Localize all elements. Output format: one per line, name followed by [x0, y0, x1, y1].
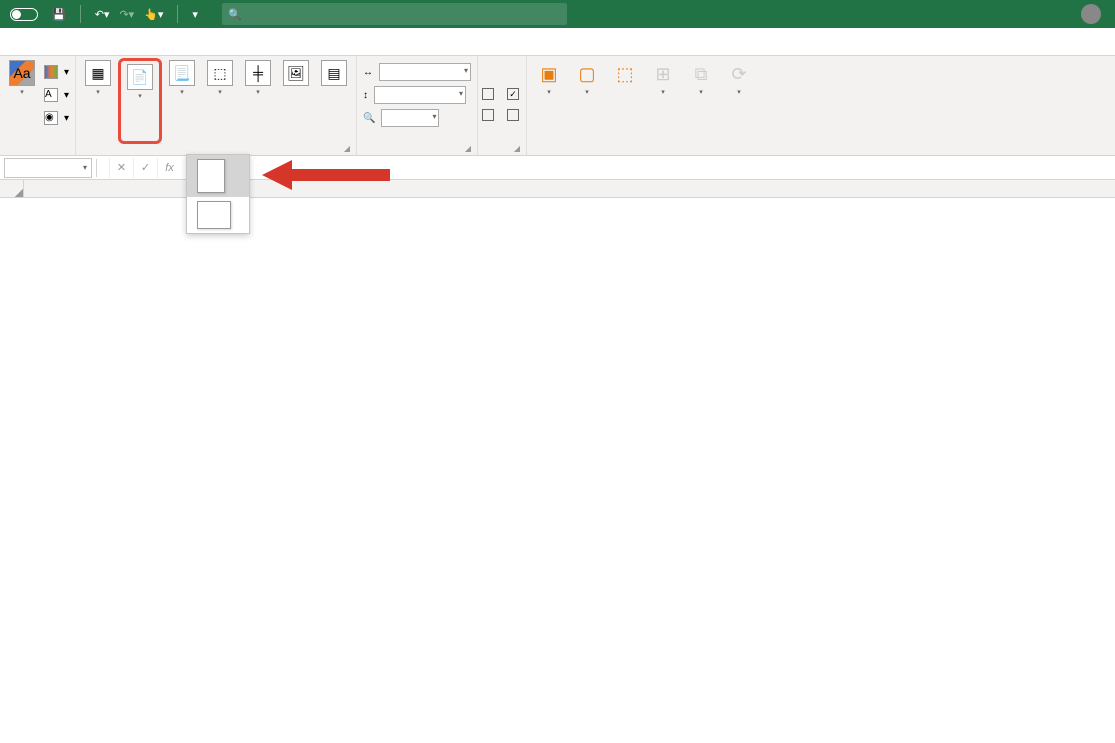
avatar [1081, 4, 1101, 24]
title-bar: 💾 ↶▾ ↷▾ 👆▾ ▾ 🔍 [0, 0, 1115, 28]
select-all-triangle[interactable] [0, 180, 24, 197]
width-icon: ↔ [363, 67, 373, 78]
name-box[interactable]: ▾ [4, 158, 92, 178]
autosave-toggle[interactable] [6, 8, 38, 21]
group-themes-label [4, 151, 71, 155]
rotate-button[interactable]: ⟳▾ [721, 58, 757, 136]
colors-button[interactable]: ▾ [42, 61, 71, 83]
orientation-portrait[interactable] [187, 155, 249, 197]
orientation-landscape[interactable] [187, 197, 249, 233]
gridlines-view-checkbox[interactable] [482, 84, 497, 104]
group-button[interactable]: ⧉▾ [683, 58, 719, 136]
ribbon-tabs [0, 28, 1115, 56]
scale-spinner[interactable] [381, 109, 439, 127]
group-sheet-options-label: ◢ [482, 151, 522, 155]
launcher-icon[interactable]: ◢ [344, 144, 350, 153]
group-page-setup: ▦▾ 📄▾ 📃▾ ⬚▾ ╪▾ 🖼 ▤ ◢ [76, 56, 357, 155]
search-icon: 🔍 [228, 8, 242, 21]
themes-button[interactable]: Aa ▾ [4, 58, 40, 136]
redo-icon[interactable]: ↷▾ [119, 8, 134, 21]
column-headers [0, 180, 1115, 198]
background-button[interactable]: 🖼 [278, 58, 314, 136]
chevron-down-icon: ▾ [83, 163, 87, 172]
landscape-page-icon [197, 201, 231, 229]
height-icon: ↕ [363, 90, 368, 101]
ribbon: Aa ▾ ▾ A▾ ◉▾ ▦▾ 📄▾ 📃▾ ⬚▾ ╪▾ 🖼 ▤ ◢ [0, 56, 1115, 156]
undo-icon[interactable]: ↶▾ [95, 8, 110, 21]
margins-button[interactable]: ▦▾ [80, 58, 116, 136]
selection-pane-button[interactable]: ⬚ [607, 58, 643, 136]
portrait-page-icon [197, 159, 225, 193]
formula-bar: ▾ ✕ ✓ fx [0, 156, 1115, 180]
save-icon[interactable]: 💾 [52, 8, 66, 21]
group-sheet-options: ✓ ◢ [478, 56, 527, 155]
print-area-button[interactable]: ⬚▾ [202, 58, 238, 136]
breaks-button[interactable]: ╪▾ [240, 58, 276, 136]
send-backward-button[interactable]: ▢▾ [569, 58, 605, 136]
fonts-button[interactable]: A▾ [42, 84, 71, 106]
gridlines-heading [482, 61, 497, 83]
orientation-dropdown [186, 154, 250, 234]
touch-mode-icon[interactable]: 👆▾ [144, 8, 163, 21]
group-themes: Aa ▾ ▾ A▾ ◉▾ [0, 56, 76, 155]
search-box[interactable]: 🔍 [222, 3, 567, 25]
group-scale: ↔ ↕ 🔍 ◢ [357, 56, 478, 155]
size-button[interactable]: 📃▾ [164, 58, 200, 136]
cancel-icon[interactable]: ✕ [109, 158, 133, 178]
headings-view-checkbox[interactable]: ✓ [507, 84, 522, 104]
user-account[interactable] [1075, 4, 1101, 24]
group-arrange: ▣▾ ▢▾ ⬚ ⊞▾ ⧉▾ ⟳▾ [527, 56, 1115, 155]
height-combo[interactable] [374, 86, 466, 104]
quick-access-toolbar: 💾 ↶▾ ↷▾ 👆▾ ▾ [52, 5, 198, 23]
bring-forward-button[interactable]: ▣▾ [531, 58, 567, 136]
scale-icon: 🔍 [363, 113, 375, 124]
align-button[interactable]: ⊞▾ [645, 58, 681, 136]
enter-icon[interactable]: ✓ [133, 158, 157, 178]
group-arrange-label [531, 151, 1111, 155]
print-titles-button[interactable]: ▤ [316, 58, 352, 136]
gridlines-print-checkbox[interactable] [482, 105, 497, 125]
orientation-highlight: 📄▾ [118, 58, 162, 144]
width-combo[interactable] [379, 63, 471, 81]
fx-icon[interactable]: fx [157, 158, 181, 178]
launcher-icon[interactable]: ◢ [465, 144, 471, 153]
effects-button[interactable]: ◉▾ [42, 107, 71, 129]
orientation-button[interactable]: 📄▾ [122, 62, 158, 140]
headings-heading [507, 61, 522, 83]
headings-print-checkbox[interactable] [507, 105, 522, 125]
toggle-switch [10, 8, 38, 21]
red-arrow-annotation [262, 155, 392, 195]
qat-customize-icon[interactable]: ▾ [192, 8, 198, 21]
launcher-icon[interactable]: ◢ [514, 144, 520, 153]
